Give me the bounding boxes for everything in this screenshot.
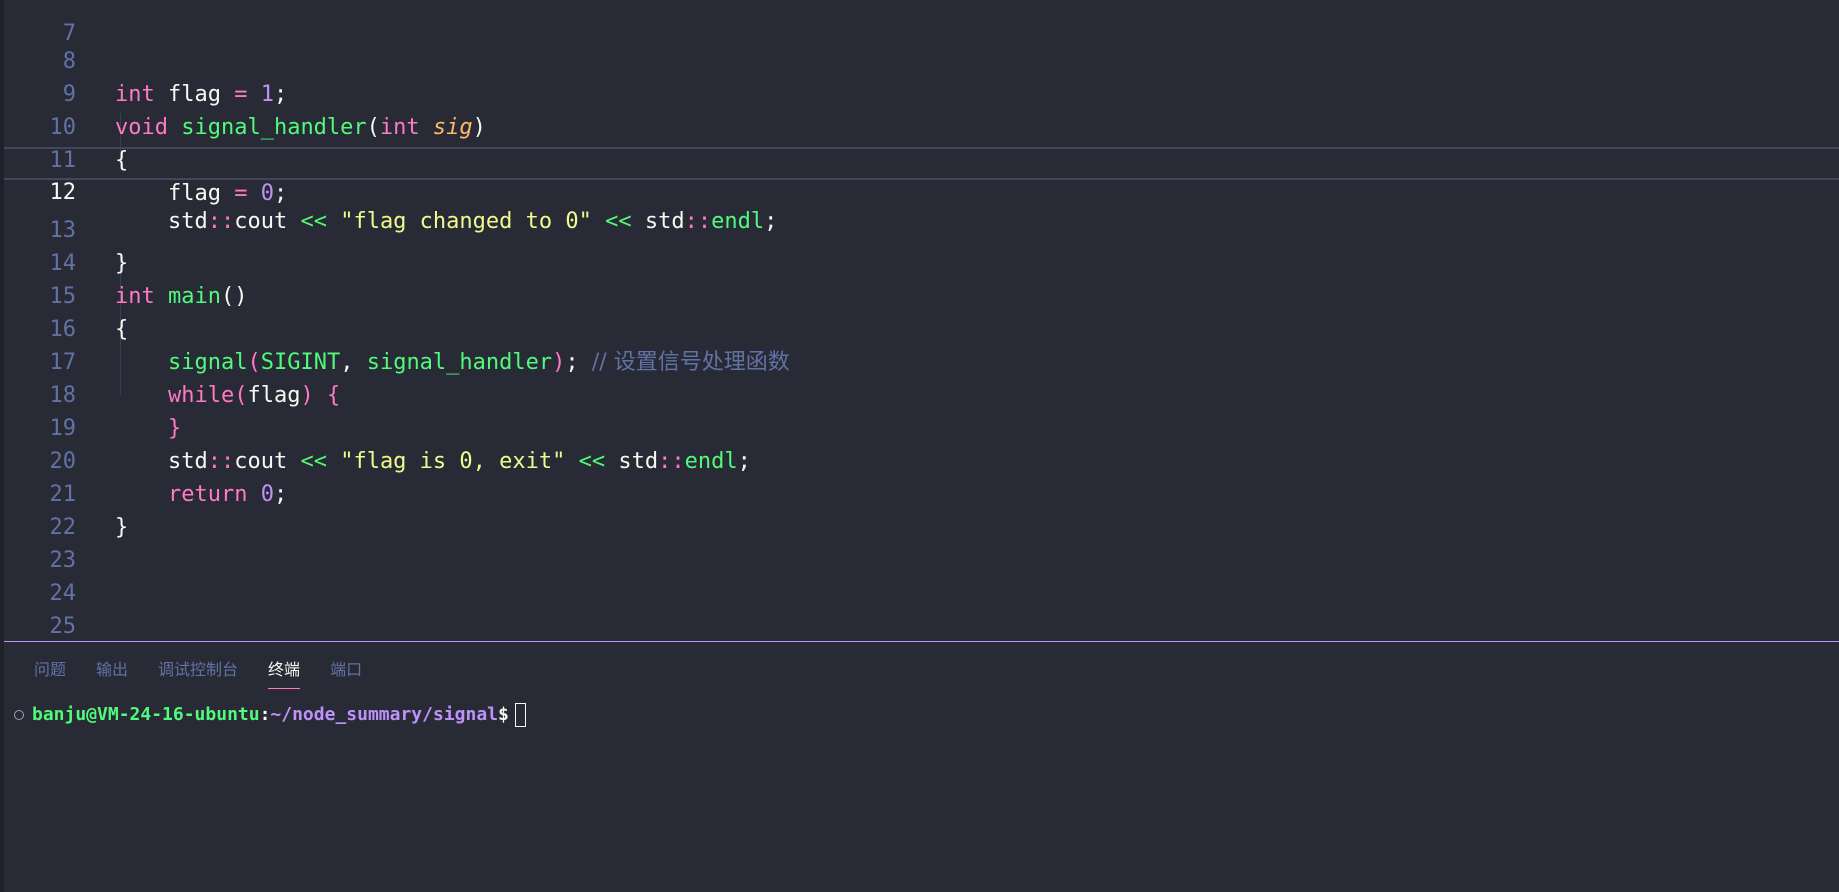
- code-line[interactable]: 18 }: [4, 346, 1839, 441]
- tab-output[interactable]: 输出: [96, 658, 128, 688]
- code-line-current[interactable]: 12 std::cout << "flag changed to 0" << s…: [4, 147, 1839, 234]
- bottom-panel: 问题 输出 调试控制台 终端 端口 banju@VM-24-16-ubuntu:…: [4, 641, 1839, 892]
- code-line[interactable]: 13 }: [4, 181, 1839, 276]
- code-line[interactable]: 8 int flag = 1;: [4, 12, 1839, 107]
- tab-problems[interactable]: 问题: [34, 658, 66, 688]
- code-line[interactable]: 9 void signal_handler(int sig): [4, 45, 1839, 140]
- code-editor[interactable]: 7 8 int flag = 1; 9 void signal_handler(…: [4, 0, 1839, 641]
- terminal-separator: :: [259, 704, 271, 725]
- terminal-user-host: banju@VM-24-16-ubuntu: [32, 704, 260, 725]
- code-line[interactable]: 24: [4, 544, 1839, 606]
- tab-debug-console[interactable]: 调试控制台: [158, 658, 238, 688]
- command-status-icon: [14, 710, 24, 720]
- code-line[interactable]: 11 flag = 0;: [4, 111, 1839, 206]
- code-line[interactable]: 21 }: [4, 445, 1839, 540]
- vscode-window: 7 8 int flag = 1; 9 void signal_handler(…: [0, 0, 1839, 892]
- code-line[interactable]: 20 return 0;: [4, 412, 1839, 507]
- code-line[interactable]: 15 {: [4, 247, 1839, 342]
- code-line[interactable]: 14 int main(): [4, 214, 1839, 309]
- panel-tabs: 问题 输出 调试控制台 终端 端口: [34, 658, 362, 689]
- terminal-cursor: [514, 703, 526, 727]
- code-line[interactable]: 22: [4, 478, 1839, 540]
- tab-ports[interactable]: 端口: [330, 658, 362, 688]
- code-line[interactable]: 16 signal(SIGINT, signal_handler); // 设置…: [4, 280, 1839, 375]
- code-line[interactable]: 17 while(flag) {: [4, 313, 1839, 408]
- code-line[interactable]: 25: [4, 577, 1839, 639]
- terminal-prompt-line[interactable]: banju@VM-24-16-ubuntu: ~/node_summary/sig…: [14, 700, 526, 730]
- code-line[interactable]: 10 {: [4, 78, 1839, 173]
- tab-terminal[interactable]: 终端: [268, 658, 301, 689]
- terminal-prompt-symbol: $: [498, 704, 509, 725]
- code-line[interactable]: 19 std::cout << "flag is 0, exit" << std…: [4, 379, 1839, 474]
- terminal-path: ~/node_summary/signal: [270, 704, 498, 725]
- code-line[interactable]: 26: [4, 610, 1839, 641]
- code-line[interactable]: 23: [4, 511, 1839, 573]
